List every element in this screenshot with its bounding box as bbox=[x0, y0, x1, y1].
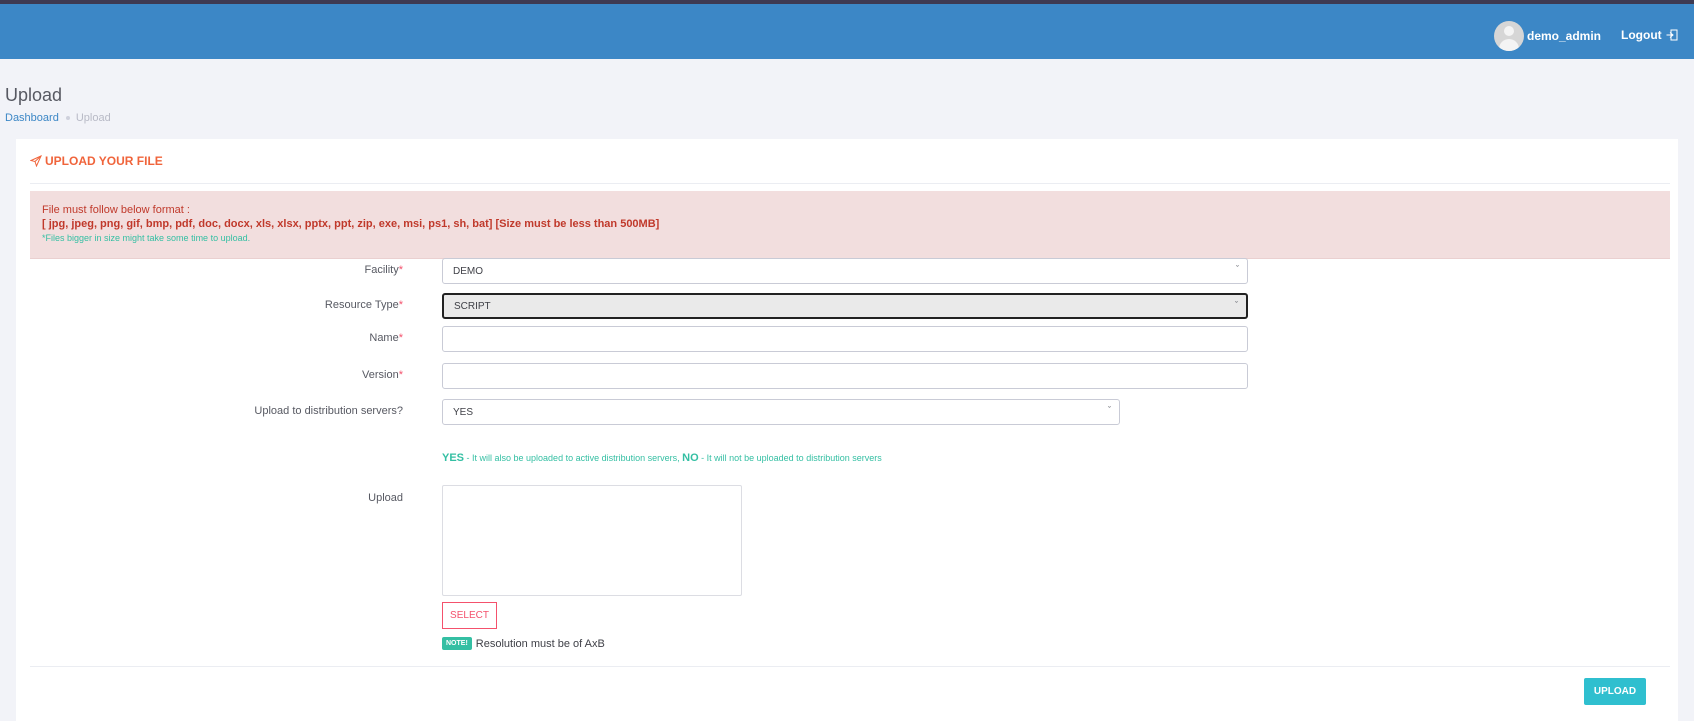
facility-label: Facility* bbox=[364, 264, 403, 276]
avatar bbox=[1494, 21, 1524, 51]
logout-button[interactable]: Logout bbox=[1621, 28, 1678, 42]
upload-card: UPLOAD YOUR FILE File must follow below … bbox=[16, 139, 1678, 721]
distribution-label: Upload to distribution servers? bbox=[254, 405, 403, 417]
resource-type-select[interactable]: SCRIPT ˇ bbox=[442, 293, 1248, 319]
upload-button[interactable]: UPLOAD bbox=[1584, 678, 1646, 705]
card-header: UPLOAD YOUR FILE bbox=[30, 154, 163, 168]
breadcrumb-separator bbox=[65, 116, 70, 120]
chevron-down-icon: ˇ bbox=[1235, 300, 1238, 310]
name-input[interactable] bbox=[442, 326, 1248, 352]
upload-dropzone[interactable] bbox=[442, 485, 742, 596]
distribution-hint: YES - It will also be uploaded to active… bbox=[442, 452, 882, 464]
facility-select[interactable]: DEMO ˇ bbox=[442, 258, 1248, 284]
breadcrumb-current: Upload bbox=[75, 112, 111, 124]
alert-formats: [ jpg, jpeg, png, gif, bmp, pdf, doc, do… bbox=[42, 218, 660, 230]
card-title: UPLOAD YOUR FILE bbox=[45, 154, 163, 168]
footer-divider bbox=[30, 666, 1670, 667]
username: demo_admin bbox=[1527, 29, 1602, 43]
version-label: Version* bbox=[362, 369, 403, 381]
breadcrumb: Dashboard Upload bbox=[5, 112, 111, 124]
name-label: Name* bbox=[369, 332, 403, 344]
alert-line-1: File must follow below format : bbox=[42, 204, 190, 216]
upload-label: Upload bbox=[368, 492, 403, 504]
resource-type-value: SCRIPT bbox=[454, 300, 491, 312]
send-icon bbox=[30, 155, 42, 167]
logout-label: Logout bbox=[1621, 28, 1662, 42]
chevron-down-icon: ˇ bbox=[1236, 264, 1239, 274]
user-menu[interactable]: demo_admin bbox=[1494, 21, 1601, 51]
version-input[interactable] bbox=[442, 363, 1248, 389]
format-alert: File must follow below format : [ jpg, j… bbox=[30, 191, 1670, 259]
facility-value: DEMO bbox=[453, 265, 483, 277]
select-file-button[interactable]: SELECT bbox=[442, 602, 497, 629]
resolution-note: NOTE! Resolution must be of AxB bbox=[442, 637, 605, 650]
logout-icon bbox=[1666, 29, 1678, 41]
page-title: Upload bbox=[5, 85, 63, 105]
resource-type-label: Resource Type* bbox=[324, 299, 403, 311]
distribution-value: YES bbox=[453, 406, 474, 418]
chevron-down-icon: ˇ bbox=[1108, 405, 1111, 415]
breadcrumb-dashboard[interactable]: Dashboard bbox=[5, 112, 59, 124]
app-header: demo_admin Logout bbox=[0, 4, 1694, 59]
note-badge: NOTE! bbox=[442, 637, 472, 650]
header-divider bbox=[30, 183, 1670, 184]
distribution-select[interactable]: YES ˇ bbox=[442, 399, 1120, 425]
note-text: Resolution must be of AxB bbox=[475, 637, 605, 650]
alert-note: *Files bigger in size might take some ti… bbox=[42, 233, 251, 243]
